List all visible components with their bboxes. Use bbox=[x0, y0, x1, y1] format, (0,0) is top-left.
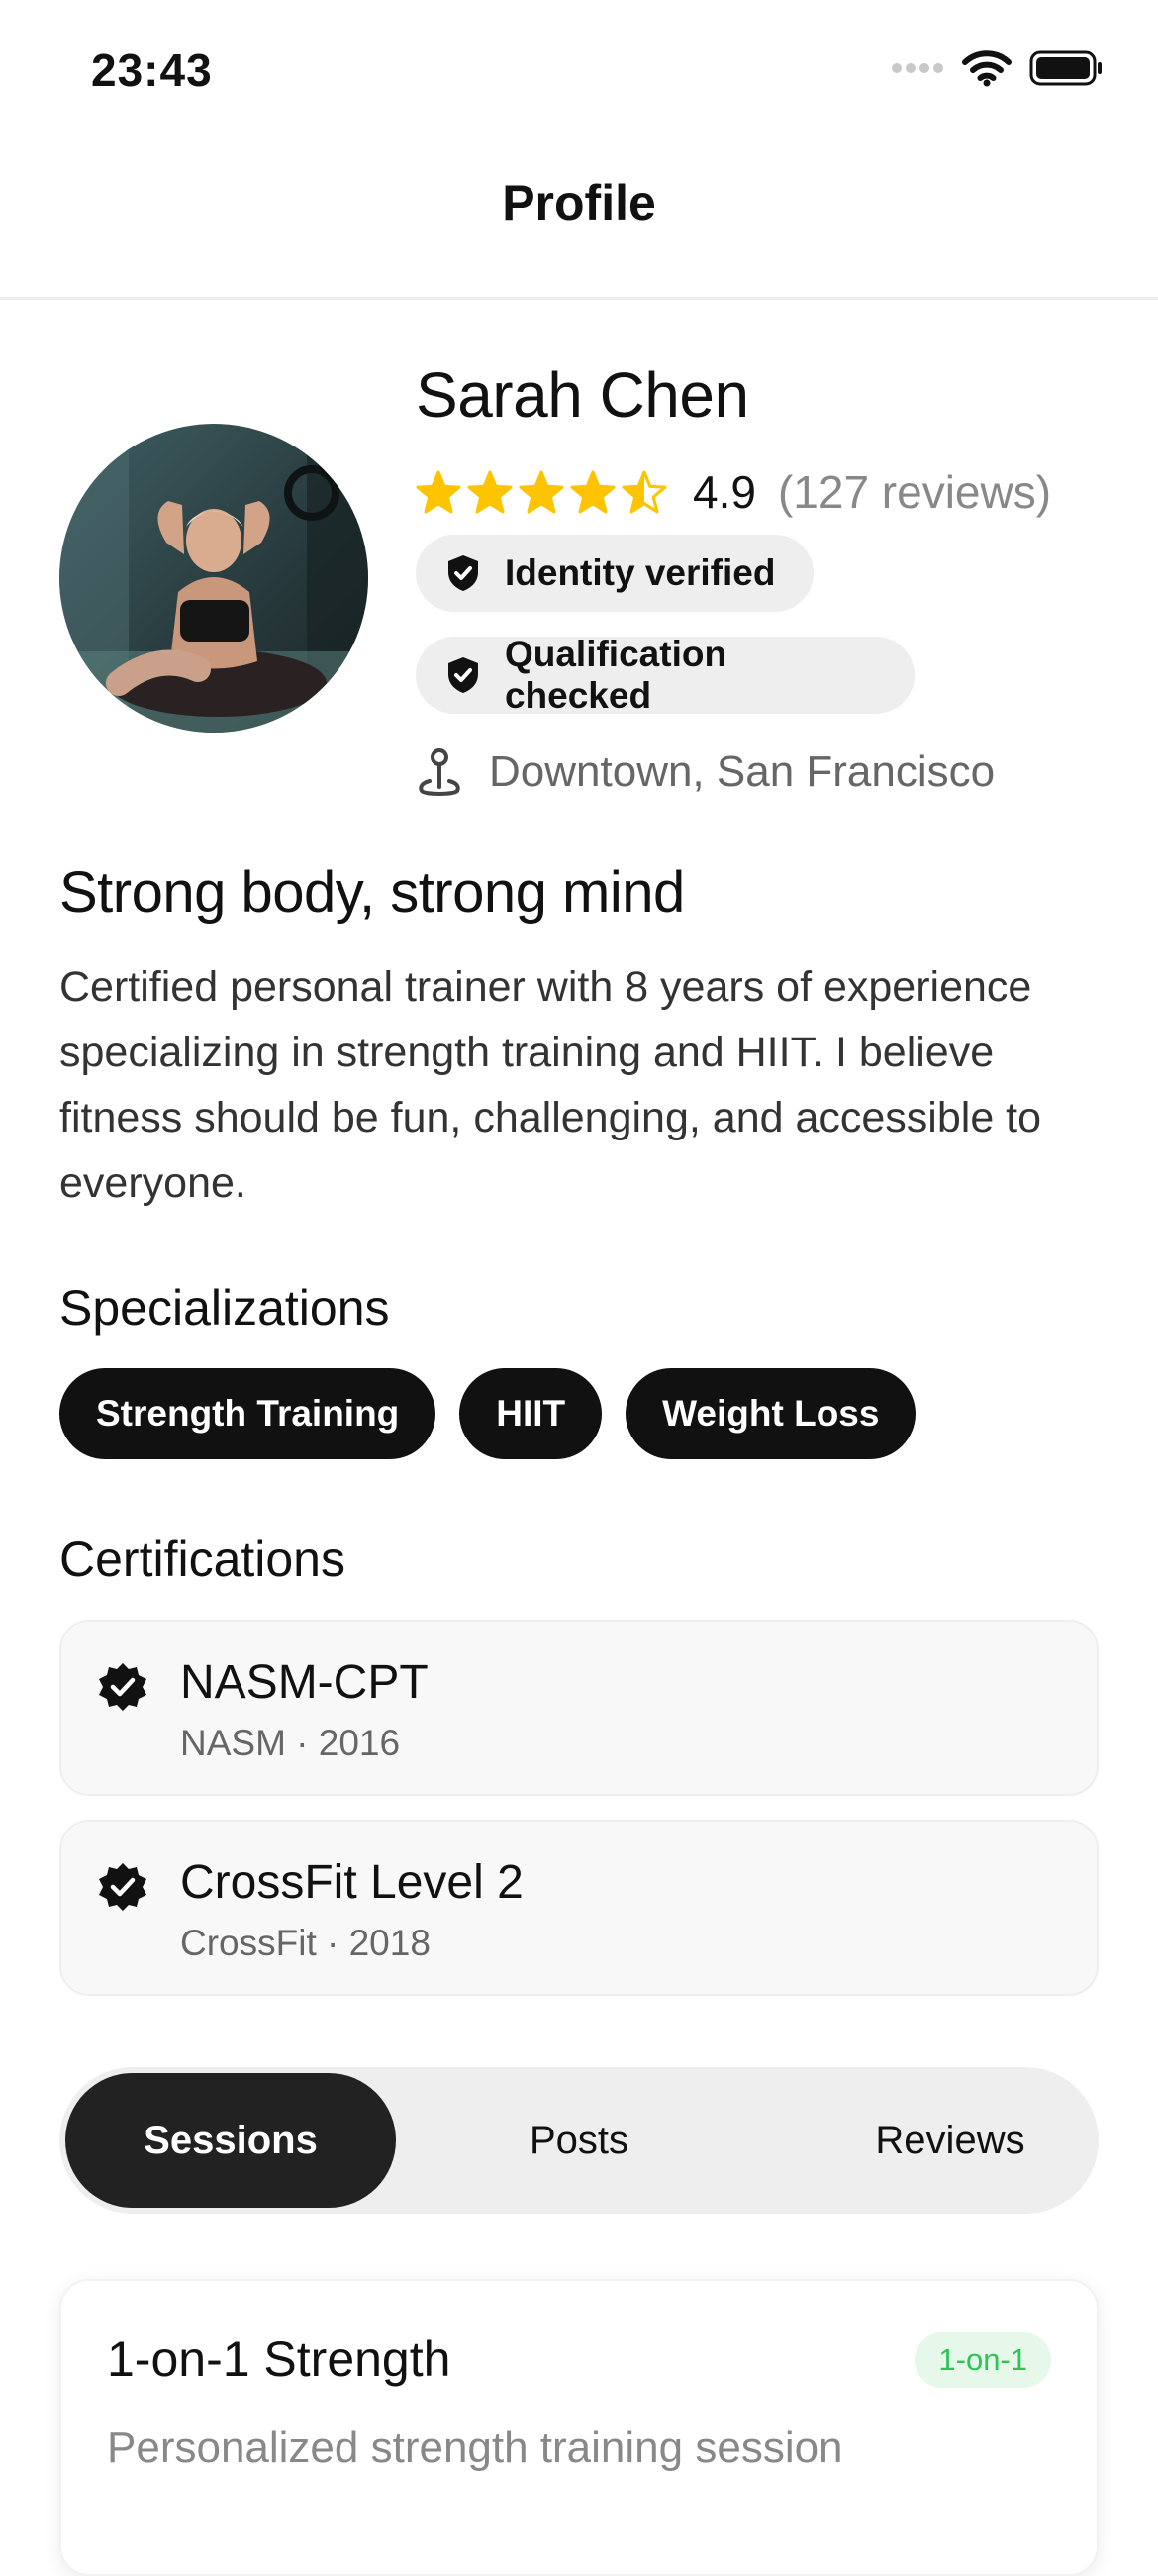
identity-verified-badge: Identity verified bbox=[416, 535, 814, 612]
tab-reviews[interactable]: Reviews bbox=[802, 2073, 1099, 2208]
page-title: Profile bbox=[502, 175, 656, 231]
profile-name: Sarah Chen bbox=[416, 359, 749, 431]
session-type-badge: 1-on-1 bbox=[915, 2332, 1051, 2388]
location-row: Downtown, San Francisco bbox=[416, 743, 995, 802]
shield-check-icon bbox=[448, 555, 478, 591]
rating-value: 4.9 bbox=[693, 466, 756, 518]
session-card[interactable]: 1-on-1 Strength 1-on-1 Personalized stre… bbox=[59, 2279, 1099, 2576]
profile-tabs: Sessions Posts Reviews bbox=[59, 2067, 1099, 2214]
specialization-chip[interactable]: Strength Training bbox=[59, 1368, 436, 1459]
certification-meta: CrossFit · 2018 bbox=[180, 1923, 431, 1963]
certifications-title: Certifications bbox=[59, 1532, 345, 1587]
status-time: 23:43 bbox=[91, 45, 213, 96]
session-title: 1-on-1 Strength bbox=[107, 2331, 451, 2387]
star-full-icon bbox=[467, 470, 513, 514]
shield-check-icon bbox=[447, 657, 478, 693]
location-text: Downtown, San Francisco bbox=[489, 747, 996, 796]
star-half-icon bbox=[622, 470, 667, 514]
certification-card[interactable]: NASM-CPT NASM · 2016 bbox=[59, 1620, 1099, 1796]
reviews-count: (127 reviews) bbox=[777, 466, 1052, 518]
rating-row: 4.9 (127 reviews) bbox=[416, 459, 1051, 525]
star-full-icon bbox=[570, 470, 616, 514]
star-full-icon bbox=[416, 470, 461, 514]
status-bar: 23:43 bbox=[0, 0, 1158, 149]
badge-label: Identity verified bbox=[505, 552, 776, 593]
tab-sessions[interactable]: Sessions bbox=[65, 2073, 396, 2208]
badge-label: Qualification checked bbox=[504, 634, 727, 716]
battery-icon bbox=[1029, 50, 1102, 86]
tab-posts[interactable]: Posts bbox=[455, 2073, 703, 2208]
specializations-list: Strength Training HIIT Weight Loss bbox=[59, 1368, 917, 1459]
profile-bio: Certified personal trainer with 8 years … bbox=[59, 963, 1042, 1207]
specialization-chip[interactable]: HIIT bbox=[459, 1368, 603, 1459]
verified-badge-icon bbox=[99, 1863, 146, 1911]
map-pin-icon bbox=[419, 748, 460, 796]
certification-card[interactable]: CrossFit Level 2 CrossFit · 2018 bbox=[59, 1820, 1099, 1996]
certification-name: NASM-CPT bbox=[180, 1656, 429, 1709]
star-full-icon bbox=[519, 470, 564, 514]
wifi-icon bbox=[962, 50, 1012, 87]
verified-badge-icon bbox=[99, 1663, 146, 1711]
status-icons bbox=[891, 50, 1105, 87]
specializations-title: Specializations bbox=[59, 1280, 390, 1336]
certification-name: CrossFit Level 2 bbox=[180, 1856, 524, 1909]
qualification-checked-badge: Qualification checked bbox=[416, 634, 915, 716]
avatar bbox=[59, 424, 368, 733]
star-rating bbox=[416, 470, 667, 514]
certification-meta: NASM · 2016 bbox=[180, 1723, 401, 1763]
specialization-chip[interactable]: Weight Loss bbox=[626, 1368, 917, 1459]
profile-tagline: Strong body, strong mind bbox=[59, 860, 685, 925]
cellular-signal-icon bbox=[892, 63, 943, 73]
session-description: Personalized strength training session bbox=[107, 2424, 843, 2472]
